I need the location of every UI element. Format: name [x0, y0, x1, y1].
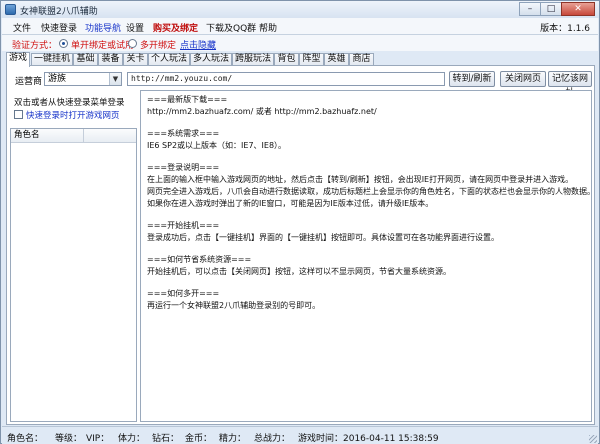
close-button[interactable]: ✕ [561, 2, 595, 16]
info-line: IE6 SP2或以上版本（如：IE7、IE8）。 [147, 141, 287, 150]
status-role-name: 角色名： [7, 434, 44, 444]
column-divider[interactable] [83, 129, 84, 142]
role-list-header[interactable]: 角色名 [11, 129, 136, 143]
role-name-column[interactable]: 角色名 [14, 130, 40, 140]
info-line: 在上面的输入框中输入游戏网页的地址，然后点击【转到/刷新】按钮，会出现IE打开网… [147, 175, 574, 184]
close-page-button[interactable]: 关闭网页 [500, 71, 546, 87]
status-energy: 精力： [219, 434, 247, 444]
menu-file[interactable]: 文件 [13, 21, 31, 34]
info-line: 再运行一个女神联盟2八爪辅助登录别的号即可。 [147, 301, 321, 310]
operator-value: 游族 [48, 74, 67, 84]
radio-multi-bind[interactable] [128, 39, 137, 48]
info-line: 开始挂机后，可以点击【关闭网页】按钮，这样可以不显示网页，节省大量系统资源。 [147, 267, 451, 276]
hide-link[interactable]: 点击隐藏 [180, 38, 216, 51]
info-line: 网页完全进入游戏后，八爪会自动进行数据读取，成功后标题栏上会显示你的角色姓名，下… [147, 187, 592, 196]
login-pane: 双击或者从快速登录菜单登录 快速登录时打开游戏网页 角色名 [10, 92, 137, 422]
resize-grip-icon[interactable] [589, 435, 597, 443]
info-line: 登录成功后，点击【一键挂机】界面的【一键挂机】按钮即可。具体设置可在各功能界面进… [147, 233, 499, 242]
verify-label: 验证方式： [12, 41, 58, 51]
remember-url-button[interactable]: 记忆该网址 [548, 71, 592, 98]
status-power: 总战力： [254, 434, 291, 444]
open-page-on-login-checkbox[interactable] [14, 110, 23, 119]
radio-single-bind[interactable] [59, 39, 68, 48]
info-line: 如果你在进入游戏时弹出了新的IE窗口，可能是因为IE版本过低，请升级IE版本。 [147, 199, 434, 208]
url-input[interactable]: http://mm2.youzu.com/ [127, 72, 445, 86]
status-bar: 角色名： 等级： VIP： 体力： 钻石： 金币： 精力： 总战力： 游戏时间：… [2, 426, 598, 444]
operator-select[interactable]: 游族 ▼ [44, 72, 122, 86]
minimize-button[interactable]: – [519, 2, 541, 16]
maximize-button[interactable]: □ [540, 2, 562, 16]
operator-label: 运营商 [15, 77, 43, 87]
menu-download-qq[interactable]: 下载及QQ群 [206, 21, 256, 34]
status-game-time: 游戏时间：2016-04-11 15:38:59 [298, 434, 439, 444]
go-refresh-button[interactable]: 转到/刷新 [449, 71, 495, 87]
status-vip: VIP： [86, 434, 110, 444]
radio-multi-bind-label[interactable]: 多开绑定 [140, 38, 176, 51]
info-line: ===最新版下载=== [147, 95, 228, 104]
status-stamina: 体力： [118, 434, 146, 444]
version-label: 版本：1.1.6 [540, 24, 590, 34]
menu-bar: 文件 快速登录 功能导航 设置 购买及绑定 下载及QQ群 帮助 版本：1.1.6 [2, 18, 598, 35]
info-line: ===如何节省系统资源=== [147, 255, 252, 264]
menu-purchase-bind[interactable]: 购买及绑定 [153, 21, 198, 34]
info-line: ===登录说明=== [147, 163, 220, 172]
open-page-on-login-label[interactable]: 快速登录时打开游戏网页 [26, 109, 120, 121]
menu-help[interactable]: 帮助 [259, 21, 277, 34]
radio-single-bind-label[interactable]: 单开绑定或试用 [71, 38, 134, 51]
menu-feature-nav[interactable]: 功能导航 [85, 21, 121, 34]
title-bar[interactable]: 女神联盟2八爪辅助 – □ ✕ [1, 1, 599, 18]
role-list[interactable]: 角色名 [10, 128, 137, 422]
game-tab-panel: 运营商 游族 ▼ http://mm2.youzu.com/ 转到/刷新 关闭网… [6, 65, 595, 425]
verify-bar: 验证方式： 单开绑定或试用 多开绑定 点击隐藏 [2, 35, 598, 51]
chevron-down-icon[interactable]: ▼ [109, 73, 121, 85]
info-line: ===开始挂机=== [147, 221, 220, 230]
info-text-area[interactable]: ===最新版下载=== http://mm2.bazhuafz.com/ 或者 … [140, 90, 592, 422]
window-controls: – □ ✕ [519, 2, 595, 17]
app-icon [5, 4, 16, 15]
info-line: ===系统需求=== [147, 129, 220, 138]
url-toolbar: 运营商 游族 ▼ http://mm2.youzu.com/ 转到/刷新 关闭网… [7, 70, 594, 98]
window-title: 女神联盟2八爪辅助 [20, 7, 98, 17]
info-line: ===如何多开=== [147, 289, 220, 298]
tab-game[interactable]: 游戏 [6, 52, 30, 67]
app-window: 女神联盟2八爪辅助 – □ ✕ 文件 快速登录 功能导航 设置 购买及绑定 下载… [0, 0, 600, 444]
menu-settings[interactable]: 设置 [126, 21, 144, 34]
login-hint: 双击或者从快速登录菜单登录 [14, 98, 125, 108]
info-line: http://mm2.bazhuafz.com/ 或者 http://mm2.b… [147, 107, 377, 116]
status-diamond: 钻石： [152, 434, 180, 444]
status-gold: 金币： [185, 434, 213, 444]
menu-quick-login[interactable]: 快速登录 [41, 21, 77, 34]
status-level: 等级： [55, 434, 83, 444]
